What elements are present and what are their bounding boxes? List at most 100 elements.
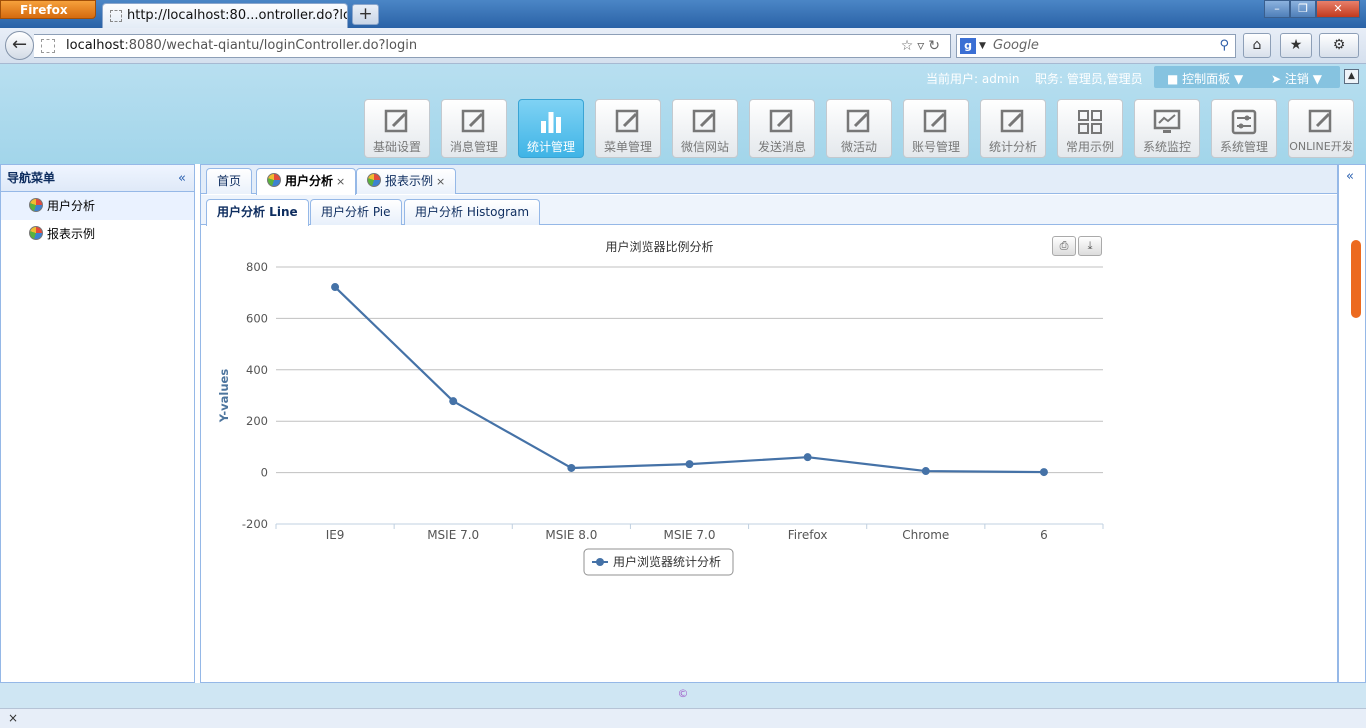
close-icon[interactable]: ✕ bbox=[1316, 0, 1360, 18]
home-icon[interactable]: ⌂ bbox=[1243, 33, 1271, 58]
subtab-pie[interactable]: 用户分析 Pie bbox=[310, 199, 402, 225]
edit-icon bbox=[1308, 109, 1332, 133]
menu-tile-6[interactable]: 微活动 bbox=[826, 99, 892, 158]
menu-tile-0[interactable]: 基础设置 bbox=[364, 99, 430, 158]
browser-tab-title: http://localhost:80...ontroller.do?login bbox=[127, 8, 348, 23]
copyright: © bbox=[677, 687, 689, 700]
nav-item-user-analysis[interactable]: 用户分析 bbox=[1, 192, 194, 220]
footer: © bbox=[0, 683, 1366, 708]
menu-tile-11[interactable]: 系统管理 bbox=[1211, 99, 1277, 158]
menu-tile-4[interactable]: 微信网站 bbox=[672, 99, 738, 158]
y-tick-label: -200 bbox=[242, 517, 268, 531]
site-identity-icon[interactable] bbox=[41, 39, 55, 53]
firefox-menu-button[interactable]: Firefox bbox=[0, 0, 96, 19]
chart-title: 用户浏览器比例分析 bbox=[605, 239, 713, 254]
y-axis-label: Y-values bbox=[217, 369, 231, 424]
subtab-histogram[interactable]: 用户分析 Histogram bbox=[404, 199, 541, 225]
tab-label: 报表示例 bbox=[385, 174, 434, 188]
nav-item-label: 用户分析 bbox=[47, 199, 96, 213]
subtab-line[interactable]: 用户分析 Line bbox=[206, 199, 309, 226]
edit-icon bbox=[461, 109, 485, 133]
browser-tab[interactable]: http://localhost:80...ontroller.do?login bbox=[102, 3, 348, 28]
maximize-icon[interactable]: ❐ bbox=[1290, 0, 1316, 18]
menu-tile-label: 系统管理 bbox=[1219, 140, 1268, 154]
y-tick-label: 400 bbox=[246, 363, 268, 377]
y-tick-label: 600 bbox=[246, 311, 268, 325]
data-point bbox=[331, 283, 340, 292]
current-user: 当前用户: admin bbox=[926, 72, 1020, 86]
y-tick-label: 0 bbox=[261, 466, 268, 480]
search-placeholder: Google bbox=[993, 38, 1039, 53]
menu-tile-8[interactable]: 统计分析 bbox=[980, 99, 1046, 158]
y-tick-label: 200 bbox=[246, 414, 268, 428]
legend-label: 用户浏览器统计分析 bbox=[613, 554, 721, 569]
left-nav-title: 导航菜单 bbox=[7, 171, 56, 185]
menu-tile-7[interactable]: 账号管理 bbox=[903, 99, 969, 158]
back-arrow-icon[interactable]: ← bbox=[5, 31, 34, 60]
close-tab-icon[interactable]: × bbox=[336, 175, 345, 188]
bookmarks-icon[interactable]: ★ bbox=[1280, 33, 1312, 58]
monitor-icon bbox=[1153, 109, 1181, 133]
menu-tile-10[interactable]: 系统监控 bbox=[1134, 99, 1200, 158]
pie-chart-icon bbox=[29, 198, 43, 212]
close-tab-icon[interactable]: × bbox=[436, 175, 445, 188]
x-tick-label: 6 bbox=[1040, 528, 1048, 542]
bookmark-star-icon[interactable]: ☆▿↻ bbox=[901, 35, 944, 57]
menu-tile-label: 账号管理 bbox=[911, 140, 960, 154]
addon-icon[interactable]: ⚙ bbox=[1319, 33, 1359, 58]
menu-tile-9[interactable]: 常用示例 bbox=[1057, 99, 1123, 158]
control-panel-label: 控制面板 bbox=[1182, 72, 1231, 86]
scroll-up-icon[interactable]: ▲ bbox=[1344, 69, 1359, 84]
settings-icon bbox=[1231, 109, 1257, 135]
menu-tile-1[interactable]: 消息管理 bbox=[441, 99, 507, 158]
minimize-icon[interactable]: – bbox=[1264, 0, 1290, 18]
pie-chart-icon bbox=[367, 173, 381, 187]
collapse-right-icon[interactable]: « bbox=[1346, 169, 1354, 184]
search-icon[interactable]: ⚲ bbox=[1219, 35, 1229, 57]
url-path: :8080/wechat-qiantu/loginController.do?l… bbox=[124, 38, 418, 53]
edit-icon bbox=[384, 109, 408, 133]
menu-tile-3[interactable]: 菜单管理 bbox=[595, 99, 661, 158]
scrollbar-thumb[interactable] bbox=[1351, 240, 1361, 318]
x-tick-label: MSIE 8.0 bbox=[545, 528, 597, 542]
menu-tile-label: 统计分析 bbox=[988, 140, 1037, 154]
grid-icon bbox=[1078, 110, 1102, 134]
tab-user-analysis[interactable]: 用户分析 × bbox=[256, 168, 357, 195]
menu-tile-label: 基础设置 bbox=[372, 140, 421, 154]
menu-tile-12[interactable]: ONLINE开发 bbox=[1288, 99, 1354, 158]
tab-home[interactable]: 首页 bbox=[206, 168, 253, 194]
user-role: 职务: 管理员,管理员 bbox=[1035, 72, 1143, 86]
logout-link[interactable]: ➤ 注销 ▼ bbox=[1271, 70, 1322, 87]
menu-tile-5[interactable]: 发送消息 bbox=[749, 99, 815, 158]
addon-bar: × bbox=[0, 708, 1366, 728]
data-point bbox=[921, 467, 930, 476]
logout-label: 注销 bbox=[1284, 72, 1309, 86]
tab-report-examples[interactable]: 报表示例 × bbox=[356, 168, 457, 194]
browser-navbar: ← localhost:8080/wechat-qiantu/loginCont… bbox=[0, 28, 1366, 64]
collapse-left-icon[interactable]: « bbox=[178, 165, 186, 192]
nav-item-report-examples[interactable]: 报表示例 bbox=[1, 220, 194, 248]
search-bar[interactable]: g ▼ Google ⚲ bbox=[956, 34, 1236, 58]
subtab-label: 用户分析 Line bbox=[217, 205, 298, 219]
pie-chart-icon bbox=[267, 173, 281, 187]
user-bar: 当前用户: admin 职务: 管理员,管理员 ■ 控制面板 ▼ ➤ 注销 ▼ bbox=[0, 64, 1366, 90]
x-tick-label: IE9 bbox=[326, 528, 345, 542]
subtab-label: 用户分析 Histogram bbox=[415, 205, 530, 219]
data-point bbox=[1039, 468, 1048, 477]
new-tab-button[interactable]: + bbox=[352, 4, 379, 25]
series-line bbox=[334, 286, 1044, 474]
window-controls: – ❐ ✕ bbox=[1264, 0, 1360, 18]
favicon-icon bbox=[110, 10, 122, 22]
control-panel-link[interactable]: ■ 控制面板 ▼ bbox=[1167, 70, 1243, 87]
data-point bbox=[449, 397, 458, 406]
chevron-down-icon[interactable]: ▼ bbox=[979, 35, 986, 57]
url-bar[interactable]: localhost:8080/wechat-qiantu/loginContro… bbox=[34, 34, 951, 58]
google-engine-icon[interactable]: g bbox=[960, 38, 976, 54]
legend-marker bbox=[596, 558, 604, 566]
menu-tile-2[interactable]: 统计管理 bbox=[518, 99, 584, 158]
close-addon-bar-icon[interactable]: × bbox=[8, 711, 18, 725]
menu-tile-label: 微活动 bbox=[840, 140, 877, 154]
x-tick-label: MSIE 7.0 bbox=[427, 528, 479, 542]
x-tick-label: Chrome bbox=[902, 528, 949, 542]
main-tabs: 首页 用户分析 × 报表示例 × bbox=[201, 165, 1337, 195]
